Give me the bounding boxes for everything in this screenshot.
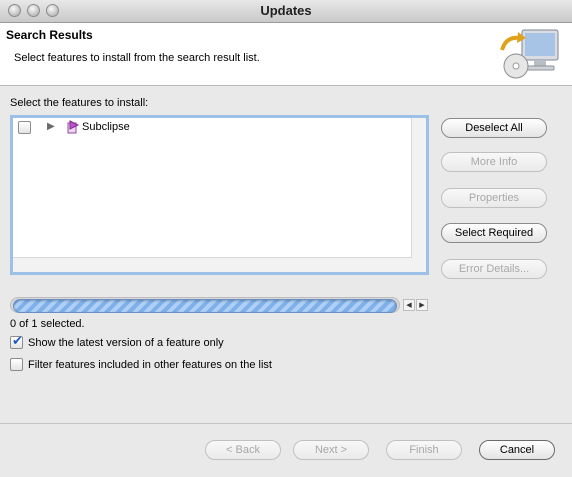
feature-checkbox[interactable] — [18, 121, 31, 134]
horizontal-scrollbar-thumb[interactable] — [13, 299, 397, 313]
features-list-label: Select the features to install: — [10, 97, 149, 109]
finish-button[interactable]: Finish — [386, 440, 462, 460]
footer-separator — [0, 423, 572, 424]
computer-update-icon — [500, 29, 559, 79]
latest-version-label: Show the latest version of a feature onl… — [28, 336, 224, 349]
title-bar: Updates — [0, 0, 572, 23]
filter-included-option[interactable]: Filter features included in other featur… — [10, 358, 272, 371]
error-details-button[interactable]: Error Details... — [441, 259, 547, 279]
properties-button[interactable]: Properties — [441, 188, 547, 208]
window-title: Updates — [260, 3, 312, 18]
next-button[interactable]: Next > — [293, 440, 369, 460]
features-list[interactable]: ▶ Subclipse — [10, 115, 429, 275]
feature-label: Subclipse — [82, 121, 130, 133]
latest-version-option[interactable]: Show the latest version of a feature onl… — [10, 333, 224, 349]
filter-included-checkbox[interactable] — [10, 358, 23, 371]
scroll-right-arrow-icon[interactable]: ▶ — [416, 299, 428, 311]
back-button[interactable]: < Back — [205, 440, 281, 460]
latest-version-checkbox[interactable] — [10, 333, 23, 349]
cancel-button[interactable]: Cancel — [479, 440, 555, 460]
page-title: Search Results — [6, 28, 93, 42]
list-item[interactable]: ▶ Subclipse — [13, 118, 412, 138]
updates-window: Updates Search Results Select features t… — [0, 0, 572, 477]
filter-included-label: Filter features included in other featur… — [28, 358, 272, 371]
deselect-all-button[interactable]: Deselect All — [441, 118, 547, 138]
feature-icon — [67, 120, 79, 134]
expand-triangle-icon[interactable]: ▶ — [47, 121, 55, 132]
selection-status: 0 of 1 selected. — [10, 318, 85, 330]
page-description: Select features to install from the sear… — [14, 52, 260, 64]
scroll-left-arrow-icon[interactable]: ◀ — [403, 299, 415, 311]
more-info-button[interactable]: More Info — [441, 152, 547, 172]
wizard-header: Search Results Select features to instal… — [0, 23, 572, 86]
list-horizontal-scrollbar[interactable] — [13, 257, 412, 272]
list-vertical-scrollbar[interactable] — [411, 118, 426, 272]
select-required-button[interactable]: Select Required — [441, 223, 547, 243]
